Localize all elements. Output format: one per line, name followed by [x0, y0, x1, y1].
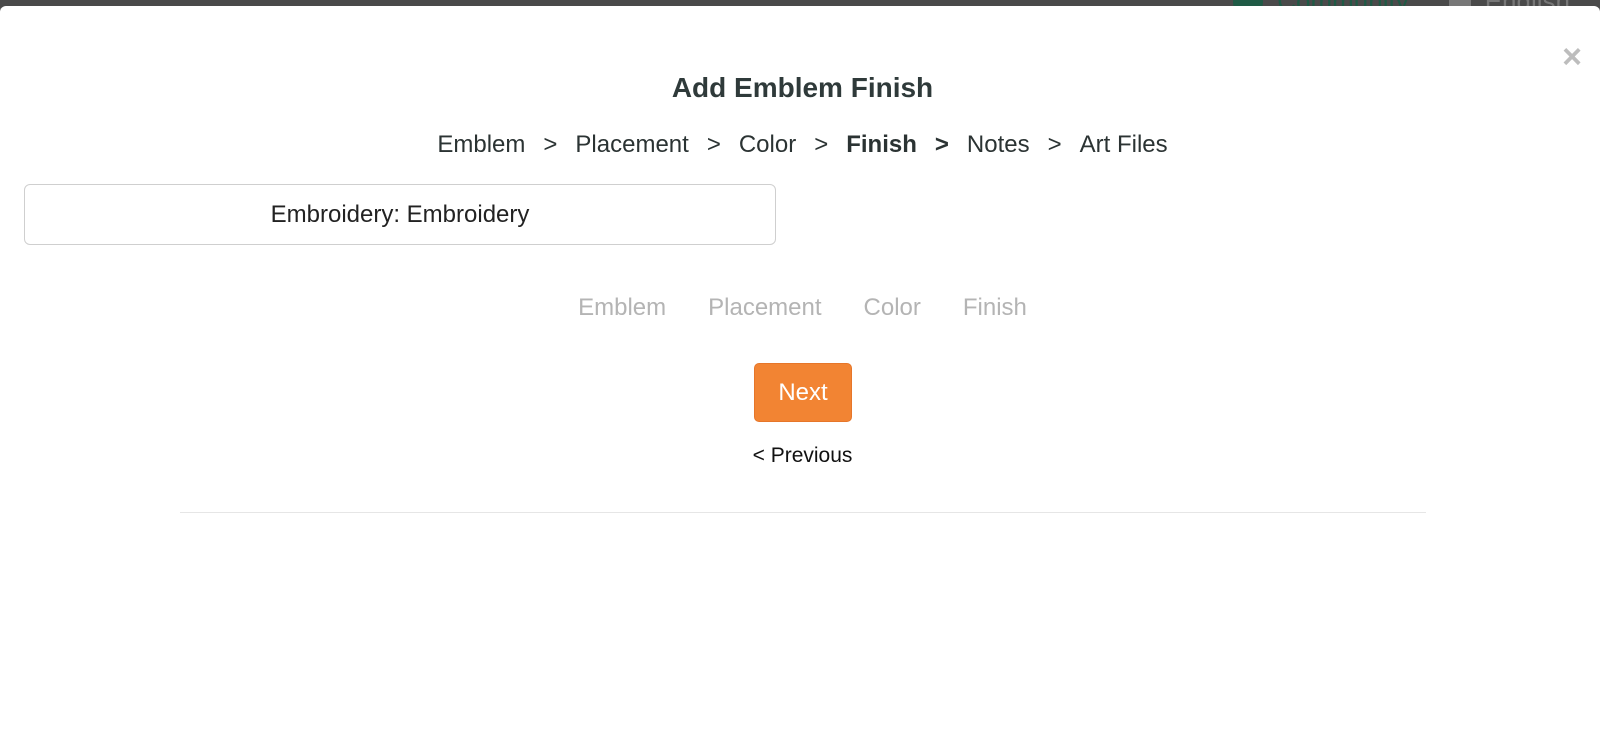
breadcrumb-emblem[interactable]: Emblem	[437, 131, 525, 159]
breadcrumb-separator: >	[1047, 131, 1062, 158]
breadcrumb-notes[interactable]: Notes	[967, 131, 1030, 159]
breadcrumb-placement[interactable]: Placement	[575, 131, 688, 159]
breadcrumb-color[interactable]: Color	[739, 131, 796, 159]
modal-title: Add Emblem Finish	[671, 72, 934, 103]
summary-placement: Placement	[708, 294, 822, 321]
breadcrumb-separator: >	[706, 131, 721, 158]
selection-summary: Emblem Placement Color Finish	[0, 294, 1600, 322]
breadcrumb-separator: >	[934, 131, 949, 158]
divider	[180, 512, 1426, 513]
breadcrumb-art-files[interactable]: Art Files	[1080, 131, 1168, 159]
summary-emblem: Emblem	[578, 294, 667, 321]
step-breadcrumb: Emblem > Placement > Color > Finish > No…	[0, 131, 1600, 159]
breadcrumb-finish[interactable]: Finish	[846, 131, 917, 159]
breadcrumb-separator: >	[814, 131, 829, 158]
previous-link[interactable]: < Previous	[0, 444, 1600, 468]
summary-finish: Finish	[962, 294, 1027, 321]
finish-option-embroidery[interactable]: Embroidery: Embroidery	[24, 184, 776, 245]
summary-color: Color	[863, 294, 921, 321]
next-button[interactable]: Next	[754, 363, 852, 422]
add-emblem-finish-modal: × Add Emblem Finish Emblem > Placement >…	[0, 6, 1600, 752]
breadcrumb-separator: >	[543, 131, 558, 158]
close-icon[interactable]: ×	[1562, 40, 1582, 74]
